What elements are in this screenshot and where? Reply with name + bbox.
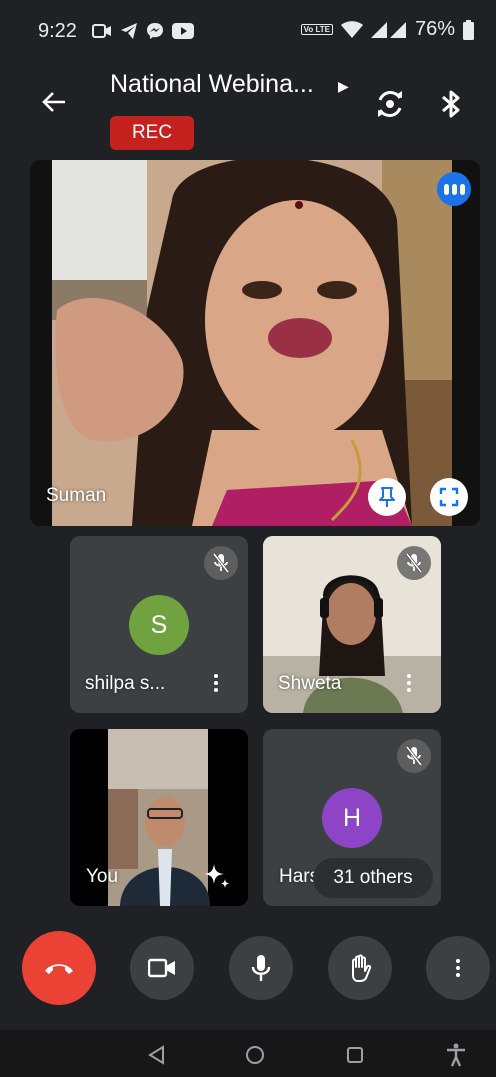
triangle-back-icon <box>148 1045 164 1065</box>
mic-off-icon <box>405 746 423 766</box>
video-call-icon <box>92 24 111 38</box>
more-options-button[interactable] <box>426 936 490 1000</box>
bluetooth-audio-button[interactable] <box>436 86 466 122</box>
battery-percent: 76% <box>414 18 455 40</box>
meeting-title[interactable]: National Webina... <box>110 70 314 99</box>
mic-off-icon <box>212 553 230 573</box>
status-time: 9:22 <box>38 20 77 42</box>
hand-icon <box>352 954 372 982</box>
title-caret-icon[interactable]: ▶ <box>338 78 349 95</box>
camera-icon <box>148 958 175 978</box>
wifi-icon <box>340 20 363 38</box>
microphone-toggle-button[interactable] <box>229 936 293 1000</box>
battery-icon <box>463 19 474 40</box>
recording-badge: REC <box>110 116 194 150</box>
nav-home-button[interactable] <box>240 1040 270 1070</box>
circle-home-icon <box>246 1046 264 1064</box>
main-speaker-tile[interactable] <box>30 160 480 526</box>
muted-badge <box>397 739 431 773</box>
avatar: H <box>322 788 382 848</box>
accessibility-icon <box>447 1043 465 1067</box>
square-recents-icon <box>347 1047 363 1063</box>
muted-badge <box>397 546 431 580</box>
others-count-button[interactable]: 31 others <box>313 858 433 898</box>
speaking-indicator-icon <box>437 172 471 206</box>
notification-icons <box>92 22 194 40</box>
avatar: S <box>129 595 189 655</box>
more-vert-icon <box>448 955 468 981</box>
switch-camera-button[interactable] <box>372 86 408 122</box>
nav-back-button[interactable] <box>141 1040 171 1070</box>
telegram-icon <box>121 23 137 39</box>
muted-badge <box>204 546 238 580</box>
messenger-icon <box>147 23 163 39</box>
pin-icon <box>379 487 395 507</box>
speaker-video <box>52 160 452 526</box>
youtube-icon <box>172 23 194 39</box>
fullscreen-icon <box>439 487 459 507</box>
speaker-name-label: Suman <box>46 485 107 506</box>
sparkle-icon <box>204 864 229 888</box>
accessibility-button[interactable] <box>441 1040 471 1070</box>
camera-toggle-button[interactable] <box>130 936 194 1000</box>
participant-name: Shweta <box>278 673 342 694</box>
signal-icon <box>370 21 406 38</box>
effects-button[interactable] <box>200 860 232 892</box>
back-button[interactable] <box>36 84 72 120</box>
arrow-back-icon <box>42 92 65 112</box>
fullscreen-button[interactable] <box>430 478 468 516</box>
nav-recents-button[interactable] <box>340 1040 370 1070</box>
participant-name: shilpa s... <box>85 673 166 694</box>
participant-more-button[interactable] <box>206 670 226 696</box>
volte-icon: Vo LTE <box>300 24 333 35</box>
pin-button[interactable] <box>368 478 406 516</box>
hang-up-icon <box>45 964 73 974</box>
bluetooth-icon <box>442 90 460 118</box>
mic-off-icon <box>405 553 423 573</box>
mic-icon <box>251 955 271 981</box>
participant-more-button[interactable] <box>399 670 419 696</box>
status-right: Vo LTE 76% <box>300 18 474 41</box>
end-call-button[interactable] <box>22 931 96 1005</box>
switch-camera-icon <box>378 91 402 117</box>
raise-hand-button[interactable] <box>328 936 392 1000</box>
participant-name: You <box>86 866 119 887</box>
